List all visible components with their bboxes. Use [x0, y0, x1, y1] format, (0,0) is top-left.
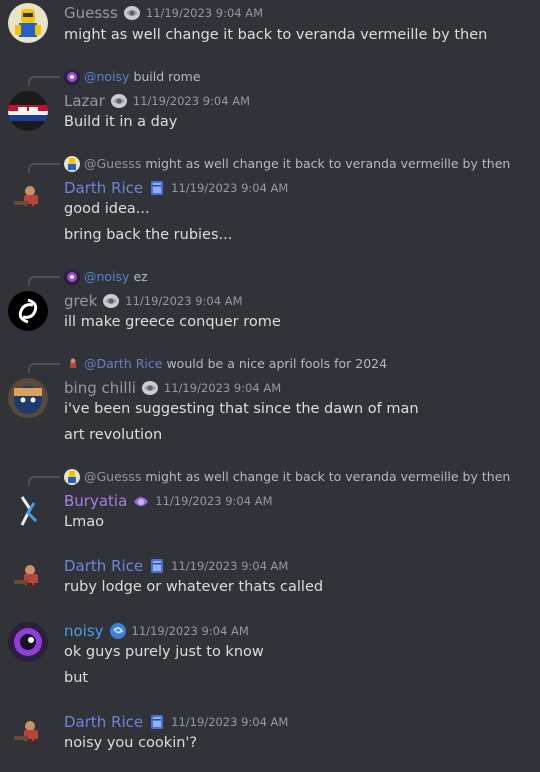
timestamp: 11/19/2023 9:04 AM — [171, 715, 289, 729]
timestamp: 11/19/2023 9:04 AM — [145, 6, 264, 20]
username[interactable]: Lazar — [64, 92, 105, 110]
role-icon[interactable] — [110, 92, 128, 110]
avatar-darth-rice[interactable] — [8, 557, 48, 597]
timestamp: 11/19/2023 9:04 AM — [171, 559, 289, 573]
username[interactable]: Darth Rice — [64, 557, 143, 575]
avatar-lazar[interactable] — [8, 91, 48, 131]
username[interactable]: Buryatia — [64, 492, 127, 510]
reply-text[interactable]: build rome — [133, 69, 200, 84]
reply-spine — [28, 276, 60, 286]
message-text: ok guys purely just to know — [64, 644, 264, 660]
reply-mention[interactable]: @noisy — [84, 269, 129, 284]
reply-preview[interactable]: @Guesss might as well change it back to v… — [28, 156, 540, 173]
reply-spine — [28, 76, 60, 86]
reply-text[interactable]: ez — [133, 269, 147, 284]
avatar-buryatia[interactable] — [8, 491, 48, 531]
reply-preview[interactable]: @Guesss might as well change it back to v… — [28, 469, 540, 486]
message-text: ruby lodge or whatever thats called — [64, 579, 324, 595]
username[interactable]: Guesss — [64, 4, 118, 22]
swirl-icon[interactable] — [109, 622, 127, 640]
timestamp: 11/19/2023 9:04 AM — [163, 381, 282, 395]
avatar-noisy[interactable] — [8, 622, 48, 662]
book-icon[interactable] — [148, 713, 166, 731]
message-text: good idea... — [64, 201, 150, 217]
role-icon[interactable] — [123, 4, 141, 22]
message-text: Build it in a day — [64, 114, 178, 130]
message-text: noisy you cookin'? — [64, 735, 198, 751]
gem-icon[interactable] — [132, 492, 150, 510]
book-icon[interactable] — [148, 179, 166, 197]
reply-mention[interactable]: @noisy — [84, 69, 129, 84]
message-text: ill make greece conquer rome — [64, 314, 281, 330]
role-icon[interactable] — [141, 379, 159, 397]
timestamp: 11/19/2023 9:04 AM — [132, 94, 250, 108]
avatar-grek[interactable] — [8, 291, 48, 331]
avatar-guesss[interactable] — [8, 3, 48, 43]
username[interactable]: grek — [64, 292, 97, 310]
username[interactable]: noisy — [64, 622, 104, 640]
reply-spine — [28, 476, 60, 486]
username[interactable]: Darth Rice — [64, 713, 143, 731]
reply-preview[interactable]: @noisy ez — [28, 269, 540, 286]
message-text: i've been suggesting that since the dawn… — [64, 401, 419, 417]
reply-avatar — [64, 269, 80, 285]
reply-spine — [28, 163, 60, 173]
reply-preview[interactable]: @Darth Rice would be a nice april fools f… — [28, 356, 540, 373]
reply-avatar — [64, 156, 80, 172]
reply-mention[interactable]: @Guesss — [84, 469, 141, 484]
timestamp: 11/19/2023 9:04 AM — [131, 624, 249, 638]
timestamp: 11/19/2023 9:04 AM — [125, 294, 243, 308]
book-icon[interactable] — [148, 557, 166, 575]
username[interactable]: Darth Rice — [64, 179, 143, 197]
reply-avatar — [64, 469, 80, 485]
message-text: bring back the rubies... — [64, 227, 233, 243]
reply-text[interactable]: would be a nice april fools for 2024 — [166, 356, 387, 371]
avatar-darth-rice[interactable] — [8, 178, 48, 218]
reply-spine — [28, 363, 60, 373]
reply-mention[interactable]: @Darth Rice — [84, 356, 162, 371]
message-text: might as well change it back to veranda … — [64, 27, 488, 43]
reply-avatar — [64, 69, 80, 85]
username[interactable]: bing chilli — [64, 379, 136, 397]
role-icon[interactable] — [102, 292, 120, 310]
message-text: Lmao — [64, 514, 104, 530]
message-text: art revolution — [64, 427, 163, 443]
reply-text[interactable]: might as well change it back to veranda … — [145, 469, 510, 484]
timestamp: 11/19/2023 9:04 AM — [171, 181, 289, 195]
timestamp: 11/19/2023 9:04 AM — [155, 494, 273, 508]
reply-text[interactable]: might as well change it back to veranda … — [145, 156, 510, 171]
avatar-darth-rice[interactable] — [8, 713, 48, 753]
avatar-bing-chilli[interactable] — [8, 378, 48, 418]
reply-preview[interactable]: @noisy build rome — [28, 69, 540, 86]
reply-avatar — [64, 356, 80, 372]
message-text: but — [64, 670, 89, 686]
reply-mention[interactable]: @Guesss — [84, 156, 141, 171]
